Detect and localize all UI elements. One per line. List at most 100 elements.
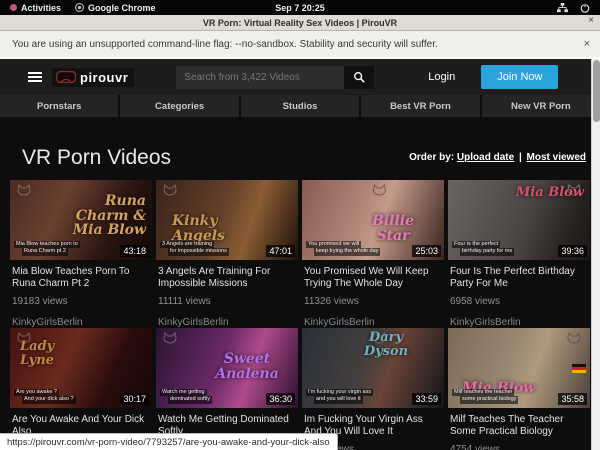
cat-mask-watermark-icon bbox=[162, 184, 178, 200]
video-title[interactable]: You Promised We Will Keep Trying The Who… bbox=[304, 266, 442, 290]
studio-link[interactable]: KinkyGirlsBerlin bbox=[158, 317, 296, 328]
activities-label: Activities bbox=[21, 3, 61, 13]
duration-badge: 30:17 bbox=[120, 393, 149, 405]
thumbnail-caption: Mia Blow teaches porn toRuna Charm pt 2 bbox=[14, 241, 80, 256]
view-count: 11326 views bbox=[304, 296, 442, 307]
studio-link[interactable]: KinkyGirlsBerlin bbox=[450, 317, 588, 328]
thumbnail-overlay-title: Sweet Analena bbox=[202, 352, 292, 381]
search-bar bbox=[176, 66, 374, 89]
thumbnail-caption: 3 Angels are trainingfor impossible miss… bbox=[160, 241, 229, 256]
thumbnail-overlay-title: Dary Dyson bbox=[346, 331, 426, 358]
nav-best-vr-porn[interactable]: Best VR Porn bbox=[361, 95, 481, 117]
search-icon bbox=[353, 71, 365, 83]
view-count: 6958 views bbox=[450, 296, 588, 307]
video-card[interactable]: Mia Blow Four is the perfectbirthday par… bbox=[448, 180, 590, 328]
duration-badge: 36:30 bbox=[266, 393, 295, 405]
menu-hamburger-icon[interactable] bbox=[28, 72, 42, 82]
duration-badge: 43:18 bbox=[120, 245, 149, 257]
sandbox-warning-bar: You are using an unsupported command-lin… bbox=[0, 31, 600, 59]
browser-title-bar: VR Porn: Virtual Reality Sex Videos | Pi… bbox=[0, 15, 600, 31]
thumbnail-overlay-title: Kinky Angels bbox=[172, 214, 242, 243]
video-thumbnail[interactable]: Dary Dyson I'm fucking your virgin assan… bbox=[302, 328, 444, 408]
order-by-label: Order by: bbox=[409, 152, 454, 163]
thumbnail-caption: Milf teaches the teachersome practical b… bbox=[452, 389, 518, 404]
chrome-icon bbox=[75, 3, 84, 12]
video-thumbnail[interactable]: Sweet Analena Watch me gettingdominated … bbox=[156, 328, 298, 408]
duration-badge: 25:03 bbox=[412, 245, 441, 257]
network-icon[interactable] bbox=[557, 3, 568, 13]
duration-badge: 39:36 bbox=[558, 245, 587, 257]
scrollbar-thumb[interactable] bbox=[593, 60, 600, 122]
video-card[interactable]: Dary Dyson I'm fucking your virgin assan… bbox=[302, 328, 444, 450]
video-thumbnail[interactable]: Mia Blow Four is the perfectbirthday par… bbox=[448, 180, 590, 260]
video-thumbnail[interactable]: Runa Charm & Mia Blow Mia Blow teaches p… bbox=[10, 180, 152, 260]
video-title[interactable]: Mia Blow Teaches Porn To Runa Charm Pt 2 bbox=[12, 266, 150, 290]
login-link[interactable]: Login bbox=[428, 71, 455, 83]
vr-goggles-icon bbox=[56, 71, 76, 83]
studio-link[interactable]: KinkyGirlsBerlin bbox=[12, 317, 150, 328]
scrollbar[interactable] bbox=[591, 59, 600, 450]
power-icon[interactable] bbox=[580, 3, 590, 13]
cat-mask-watermark-icon bbox=[371, 184, 387, 200]
studio-link[interactable]: KinkyGirlsBerlin bbox=[304, 317, 442, 328]
clock[interactable]: Sep 7 20:25 bbox=[275, 3, 325, 13]
infobar-close-icon[interactable]: × bbox=[584, 38, 590, 50]
window-close-icon[interactable]: × bbox=[588, 15, 594, 26]
video-card[interactable]: Lady Lyne Are you awake ?And your dick a… bbox=[10, 328, 152, 450]
activities-indicator-icon bbox=[10, 4, 17, 11]
video-card[interactable]: Sweet Analena Watch me gettingdominated … bbox=[156, 328, 298, 450]
activities-button[interactable]: Activities bbox=[10, 3, 61, 13]
search-button[interactable] bbox=[344, 66, 374, 89]
video-thumbnail[interactable]: Billie Star You promised we willkeep try… bbox=[302, 180, 444, 260]
site-header: pirouvr Login Join Now bbox=[0, 59, 600, 95]
nav-new-vr-porn[interactable]: New VR Porn bbox=[482, 95, 600, 117]
thumbnail-overlay-title: Billie Star bbox=[356, 214, 430, 243]
system-top-bar: Activities Google Chrome Sep 7 20:25 bbox=[0, 0, 600, 15]
cat-mask-watermark-icon bbox=[566, 332, 582, 348]
video-card[interactable]: Mia Blow Milf teaches the teachersome pr… bbox=[448, 328, 590, 450]
warning-message: You are using an unsupported command-lin… bbox=[12, 39, 438, 50]
nav-pornstars[interactable]: Pornstars bbox=[0, 95, 120, 117]
browser-status-bar: https://pirouvr.com/vr-porn-video/779325… bbox=[0, 433, 338, 450]
order-separator: | bbox=[519, 152, 522, 163]
video-thumbnail[interactable]: Lady Lyne Are you awake ?And your dick a… bbox=[10, 328, 152, 408]
status-url: https://pirouvr.com/vr-porn-video/779325… bbox=[7, 437, 330, 448]
view-count: 19183 views bbox=[12, 296, 150, 307]
video-grid: Runa Charm & Mia Blow Mia Blow teaches p… bbox=[10, 180, 590, 450]
window-title: VR Porn: Virtual Reality Sex Videos | Pi… bbox=[203, 18, 397, 28]
site-logo-text: pirouvr bbox=[80, 70, 128, 85]
thumbnail-overlay-title: Lady Lyne bbox=[20, 340, 80, 367]
search-input[interactable] bbox=[176, 66, 344, 89]
video-card[interactable]: Runa Charm & Mia Blow Mia Blow teaches p… bbox=[10, 180, 152, 328]
nav-categories[interactable]: Categories bbox=[120, 95, 240, 117]
thumbnail-caption: Watch me gettingdominated softly bbox=[160, 389, 212, 404]
thumbnail-caption: Four is the perfectbirthday party for me bbox=[452, 241, 514, 256]
view-count: 11111 views bbox=[158, 296, 296, 307]
video-card[interactable]: Billie Star You promised we willkeep try… bbox=[302, 180, 444, 328]
site-logo[interactable]: pirouvr bbox=[52, 68, 134, 87]
page-heading-row: VR Porn Videos Order by: Upload date | M… bbox=[0, 117, 600, 180]
thumbnail-caption: I'm fucking your virgin assand you will … bbox=[306, 389, 373, 404]
app-menu-google-chrome[interactable]: Google Chrome bbox=[75, 3, 156, 13]
thumbnail-caption: You promised we willkeep trying the whol… bbox=[306, 241, 380, 256]
german-flag bbox=[572, 364, 586, 373]
video-thumbnail[interactable]: Mia Blow Milf teaches the teachersome pr… bbox=[448, 328, 590, 408]
main-nav: Pornstars Categories Studios Best VR Por… bbox=[0, 95, 600, 117]
duration-badge: 47:01 bbox=[266, 245, 295, 257]
app-menu-label: Google Chrome bbox=[88, 3, 156, 13]
video-title[interactable]: Four Is The Perfect Birthday Party For M… bbox=[450, 266, 588, 290]
order-upload-date-link[interactable]: Upload date bbox=[457, 152, 514, 163]
video-title[interactable]: 3 Angels Are Training For Impossible Mis… bbox=[158, 266, 296, 290]
join-now-button[interactable]: Join Now bbox=[481, 65, 558, 89]
cat-mask-watermark-icon bbox=[162, 332, 178, 348]
order-most-viewed-link[interactable]: Most viewed bbox=[527, 152, 586, 163]
view-count: 4754 views bbox=[450, 444, 588, 450]
video-title[interactable]: Milf Teaches The Teacher Some Practical … bbox=[450, 414, 588, 438]
video-thumbnail[interactable]: Kinky Angels 3 Angels are trainingfor im… bbox=[156, 180, 298, 260]
video-card[interactable]: Kinky Angels 3 Angels are trainingfor im… bbox=[156, 180, 298, 328]
thumbnail-overlay-title: Mia Blow bbox=[514, 186, 584, 200]
page-content: pirouvr Login Join Now Pornstars Categor… bbox=[0, 59, 600, 450]
order-by: Order by: Upload date | Most viewed bbox=[409, 152, 586, 163]
thumbnail-overlay-title: Runa Charm & Mia Blow bbox=[62, 194, 146, 238]
nav-studios[interactable]: Studios bbox=[241, 95, 361, 117]
